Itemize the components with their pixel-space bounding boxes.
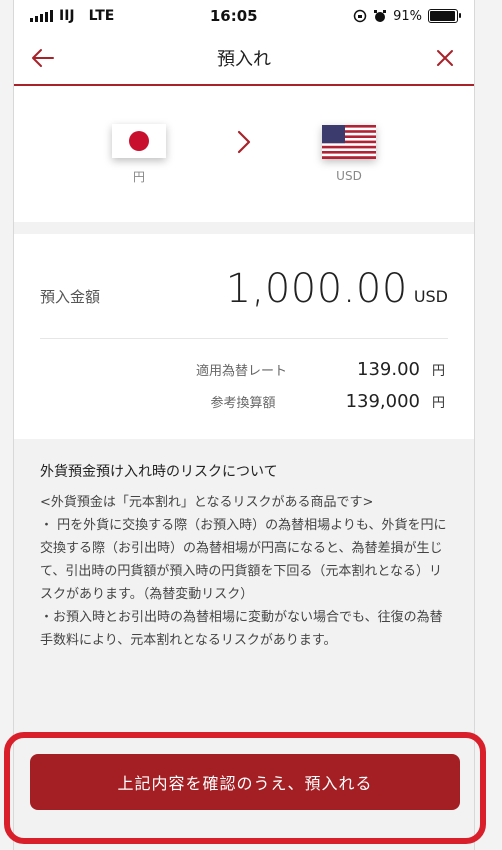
- rotation-lock-icon: [353, 9, 367, 23]
- to-currency-label: USD: [336, 169, 362, 183]
- back-arrow-icon[interactable]: [28, 43, 58, 73]
- nav-bar: 預入れ: [14, 32, 474, 86]
- section-divider: [14, 222, 474, 234]
- clock: 16:05: [209, 7, 258, 25]
- deposit-amount-unit: USD: [413, 287, 448, 306]
- deposit-amount-section: 預入金額 1,000.00 USD: [14, 234, 474, 339]
- us-flag-icon: [322, 125, 376, 159]
- converted-amount-value: 139,000: [345, 391, 420, 412]
- signal-icon: [30, 10, 53, 22]
- rate-row: 参考換算額 139,000 円: [40, 391, 448, 423]
- battery-icon: [427, 9, 461, 23]
- from-currency-label: 円: [132, 169, 145, 184]
- converted-amount-label: 参考換算額: [210, 396, 276, 411]
- rate-row: 適用為替レート 139.00 円: [40, 359, 448, 391]
- applied-rate-value: 139.00: [357, 359, 420, 380]
- network-type: LTE: [88, 8, 115, 24]
- phone-screen: IIJ LTE 16:05 91% 預入れ 円 USD 預入金額 1,000.0…: [14, 0, 474, 850]
- risk-text: <外貨預金は「元本割れ」となるリスクがある商品です> ・ 円を外貨に交換する際（…: [40, 495, 447, 648]
- status-bar: IIJ LTE 16:05 91%: [14, 0, 474, 32]
- close-icon[interactable]: [430, 43, 460, 73]
- page-title: 預入れ: [217, 49, 271, 70]
- chevron-right-icon: [236, 129, 252, 159]
- converted-amount-unit: 円: [432, 396, 446, 411]
- risk-title: 外貨預金預け入れ時のリスクについて: [40, 464, 278, 480]
- rate-list: 適用為替レート 139.00 円 参考換算額 139,000 円: [14, 339, 474, 439]
- alarm-icon: [374, 10, 387, 22]
- battery-percent: 91%: [393, 8, 422, 24]
- confirm-area: 上記内容を確認のうえ、預入れる: [0, 724, 502, 850]
- confirm-deposit-button[interactable]: 上記内容を確認のうえ、預入れる: [30, 754, 460, 810]
- carrier-name: IIJ: [59, 8, 75, 24]
- currency-pair: 円 USD: [14, 86, 474, 222]
- deposit-amount-label: 預入金額: [40, 288, 101, 306]
- deposit-amount-value: 1,000.00: [225, 266, 408, 312]
- japan-flag-icon: [112, 123, 166, 158]
- applied-rate-label: 適用為替レート: [196, 364, 288, 379]
- applied-rate-unit: 円: [432, 364, 446, 379]
